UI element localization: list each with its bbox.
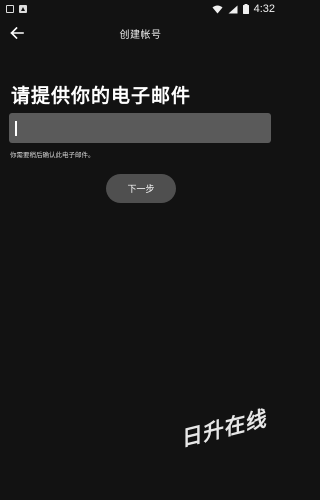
notification-app-icon [19, 5, 27, 13]
status-notifications [6, 5, 27, 13]
page-title: 创建帐号 [119, 29, 162, 41]
navigation-bar [0, 482, 281, 500]
notification-icon [6, 5, 14, 13]
svg-text:日升在线: 日升在线 [178, 406, 271, 451]
app-bar: 创建帐号 [0, 18, 281, 48]
status-time: 4:32 [253, 3, 275, 15]
watermark-logo: 日升在线 [178, 406, 271, 451]
wifi-icon [212, 5, 223, 13]
email-heading: 请提供你的电子邮件 [11, 85, 192, 107]
back-button[interactable] [6, 22, 28, 44]
signal-icon [228, 5, 238, 13]
battery-icon [242, 4, 249, 14]
arrow-left-icon [10, 27, 24, 39]
email-input[interactable] [16, 113, 271, 143]
status-bar: 4:32 [0, 0, 281, 18]
email-field[interactable] [9, 113, 271, 143]
status-indicators: 4:32 [212, 3, 275, 15]
next-button[interactable]: 下一步 [106, 174, 176, 203]
email-helper-text: 你需要稍后确认此电子邮件。 [10, 151, 95, 159]
